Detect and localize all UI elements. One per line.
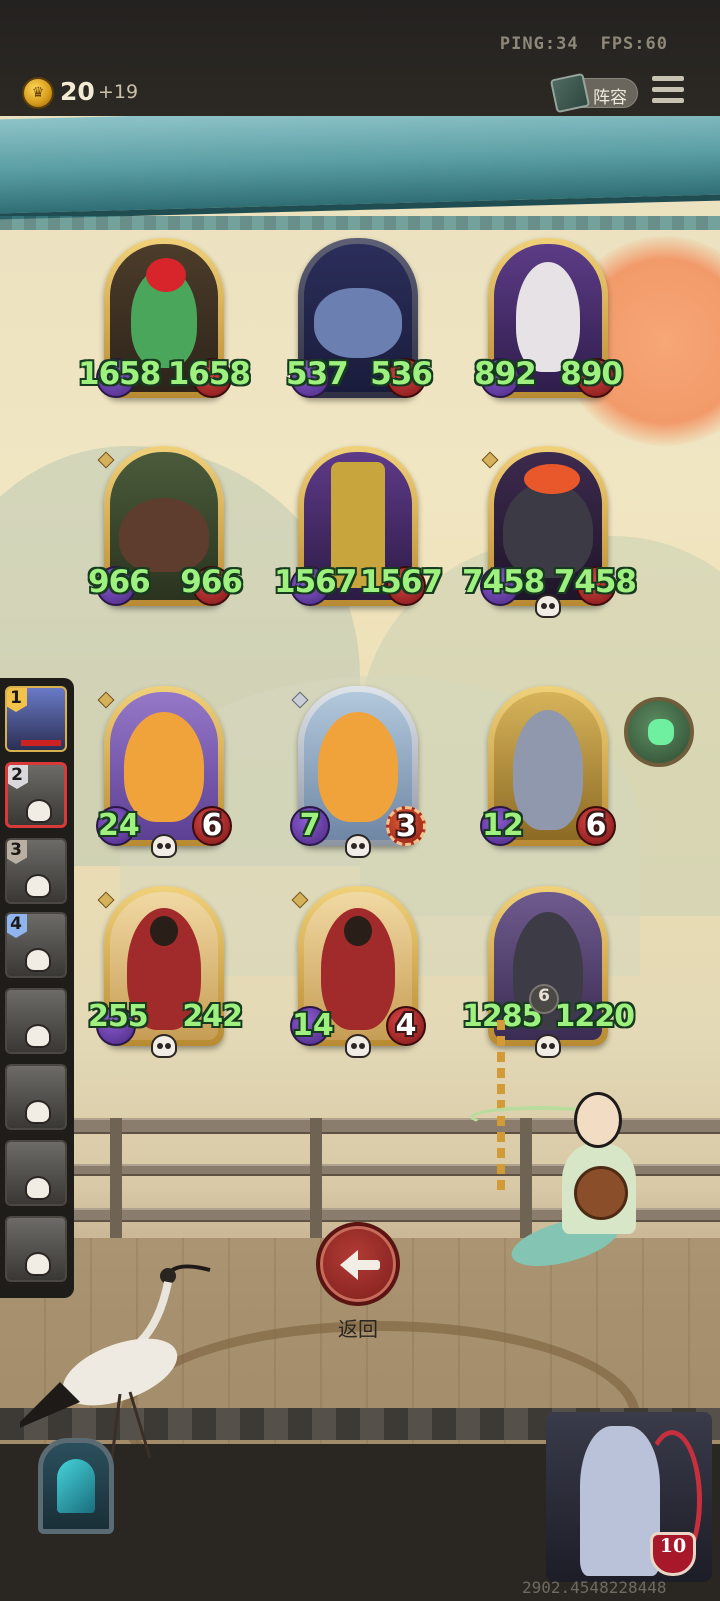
enemy-unit-boar[interactable]: 966 966 (88, 446, 243, 606)
player-unit-monk[interactable]: 255 242 (88, 886, 243, 1058)
unit-attack: 1567 (274, 564, 357, 600)
unit-attack: 892 (474, 356, 537, 392)
unit-health: 966 (180, 564, 243, 600)
unit-health: 536 (370, 356, 433, 392)
unit-health: 3 (395, 809, 417, 844)
player-unit-monk-2[interactable]: 14 4 (290, 886, 426, 1058)
skull-icon (25, 1024, 51, 1048)
chain-count-badge: 6 (529, 984, 559, 1014)
enemy-unit-whale[interactable]: 537 536 (286, 238, 433, 398)
rank-badge: 4 (7, 914, 27, 938)
skull-icon (25, 1100, 51, 1124)
skull-icon (25, 948, 51, 972)
enemy-unit-frog[interactable]: 1658 1658 (78, 238, 251, 398)
lineup-button[interactable]: 阵容 (549, 72, 638, 114)
hero-health-badge: 10 (650, 1532, 696, 1576)
lineup-label: 阵容 (593, 88, 627, 108)
enemy-unit-bull[interactable]: 7458 7458 (462, 446, 637, 618)
enemy-unit-mouse[interactable]: 892 890 (474, 238, 623, 398)
unit-health: 4 (395, 1008, 417, 1043)
unit-attack: 7458 (462, 564, 545, 600)
unit-attack: 537 (286, 356, 349, 392)
footer-id: 2902.4548228448 (522, 1578, 667, 1597)
skull-icon (535, 1034, 561, 1058)
unit-attack: 7 (299, 808, 321, 843)
skull-icon (151, 1034, 177, 1058)
skull-icon (26, 799, 52, 823)
crane-illustration (20, 1264, 211, 1459)
portal-icon[interactable] (38, 1438, 114, 1534)
player-unit-rogue[interactable]: 1285 1220 (462, 886, 635, 1058)
coin-count: 20 (60, 77, 95, 106)
player-unit-knight[interactable]: 12 6 (480, 686, 616, 846)
rank-badge: 1 (7, 688, 27, 712)
player-unit-pelican-silver[interactable]: 7 3 (290, 686, 426, 858)
skull-icon (345, 1034, 371, 1058)
ping-readout: PING:34 (499, 34, 579, 54)
roster-slot-7[interactable] (5, 1140, 67, 1206)
fps-readout: FPS:60 (600, 34, 668, 54)
rank-badge: 3 (7, 840, 27, 864)
coin-icon: ♛ (22, 77, 54, 109)
unit-health: 6 (585, 808, 607, 843)
unit-health: 1220 (554, 999, 635, 1034)
roster-slot-1[interactable]: 1 (5, 686, 67, 752)
network-stats: PING:34 FPS:60 (500, 34, 668, 54)
roster-slot-5[interactable] (5, 988, 67, 1054)
unit-health: 1567 (359, 564, 443, 600)
opponent-roster: 1 2 3 4 (0, 678, 74, 1298)
enemy-unit-totem[interactable]: 1567 1567 (274, 446, 443, 606)
book-icon (549, 72, 591, 114)
unit-health: 242 (182, 999, 243, 1034)
unit-health: 6 (201, 808, 223, 843)
rank-badge: 2 (8, 765, 28, 789)
player-unit-pelican[interactable]: 24 6 (96, 686, 232, 858)
health-strip (21, 740, 61, 746)
unit-attack: 24 (98, 808, 140, 843)
skull-icon (151, 834, 177, 858)
frog-token-icon[interactable] (624, 697, 694, 767)
musician-illustration (470, 1072, 690, 1292)
awning-fringe (0, 216, 720, 230)
unit-attack: 14 (292, 1008, 334, 1043)
unit-health: 1658 (167, 356, 251, 392)
back-label: 返回 (338, 1317, 378, 1341)
skull-icon (25, 874, 51, 898)
unit-attack: 1658 (78, 356, 161, 392)
unit-attack: 12 (482, 808, 524, 843)
top-bar: PING:34 FPS:60 ♛ 20 +19 阵容 (0, 0, 720, 116)
unit-attack: 255 (88, 999, 149, 1034)
roster-slot-6[interactable] (5, 1064, 67, 1130)
roster-slot-4[interactable]: 4 (5, 912, 67, 978)
roster-slot-2[interactable]: 2 (5, 762, 67, 828)
roster-slot-3[interactable]: 3 (5, 838, 67, 904)
skull-icon (345, 834, 371, 858)
back-button[interactable] (316, 1222, 400, 1306)
skull-icon (25, 1176, 51, 1200)
unit-health: 890 (560, 356, 623, 392)
menu-icon[interactable] (652, 76, 684, 106)
arrow-left-icon (340, 1250, 380, 1280)
unit-attack: 966 (88, 564, 151, 600)
unit-health: 7458 (553, 564, 637, 600)
awning (0, 116, 720, 220)
coin-income: +19 (98, 81, 139, 103)
